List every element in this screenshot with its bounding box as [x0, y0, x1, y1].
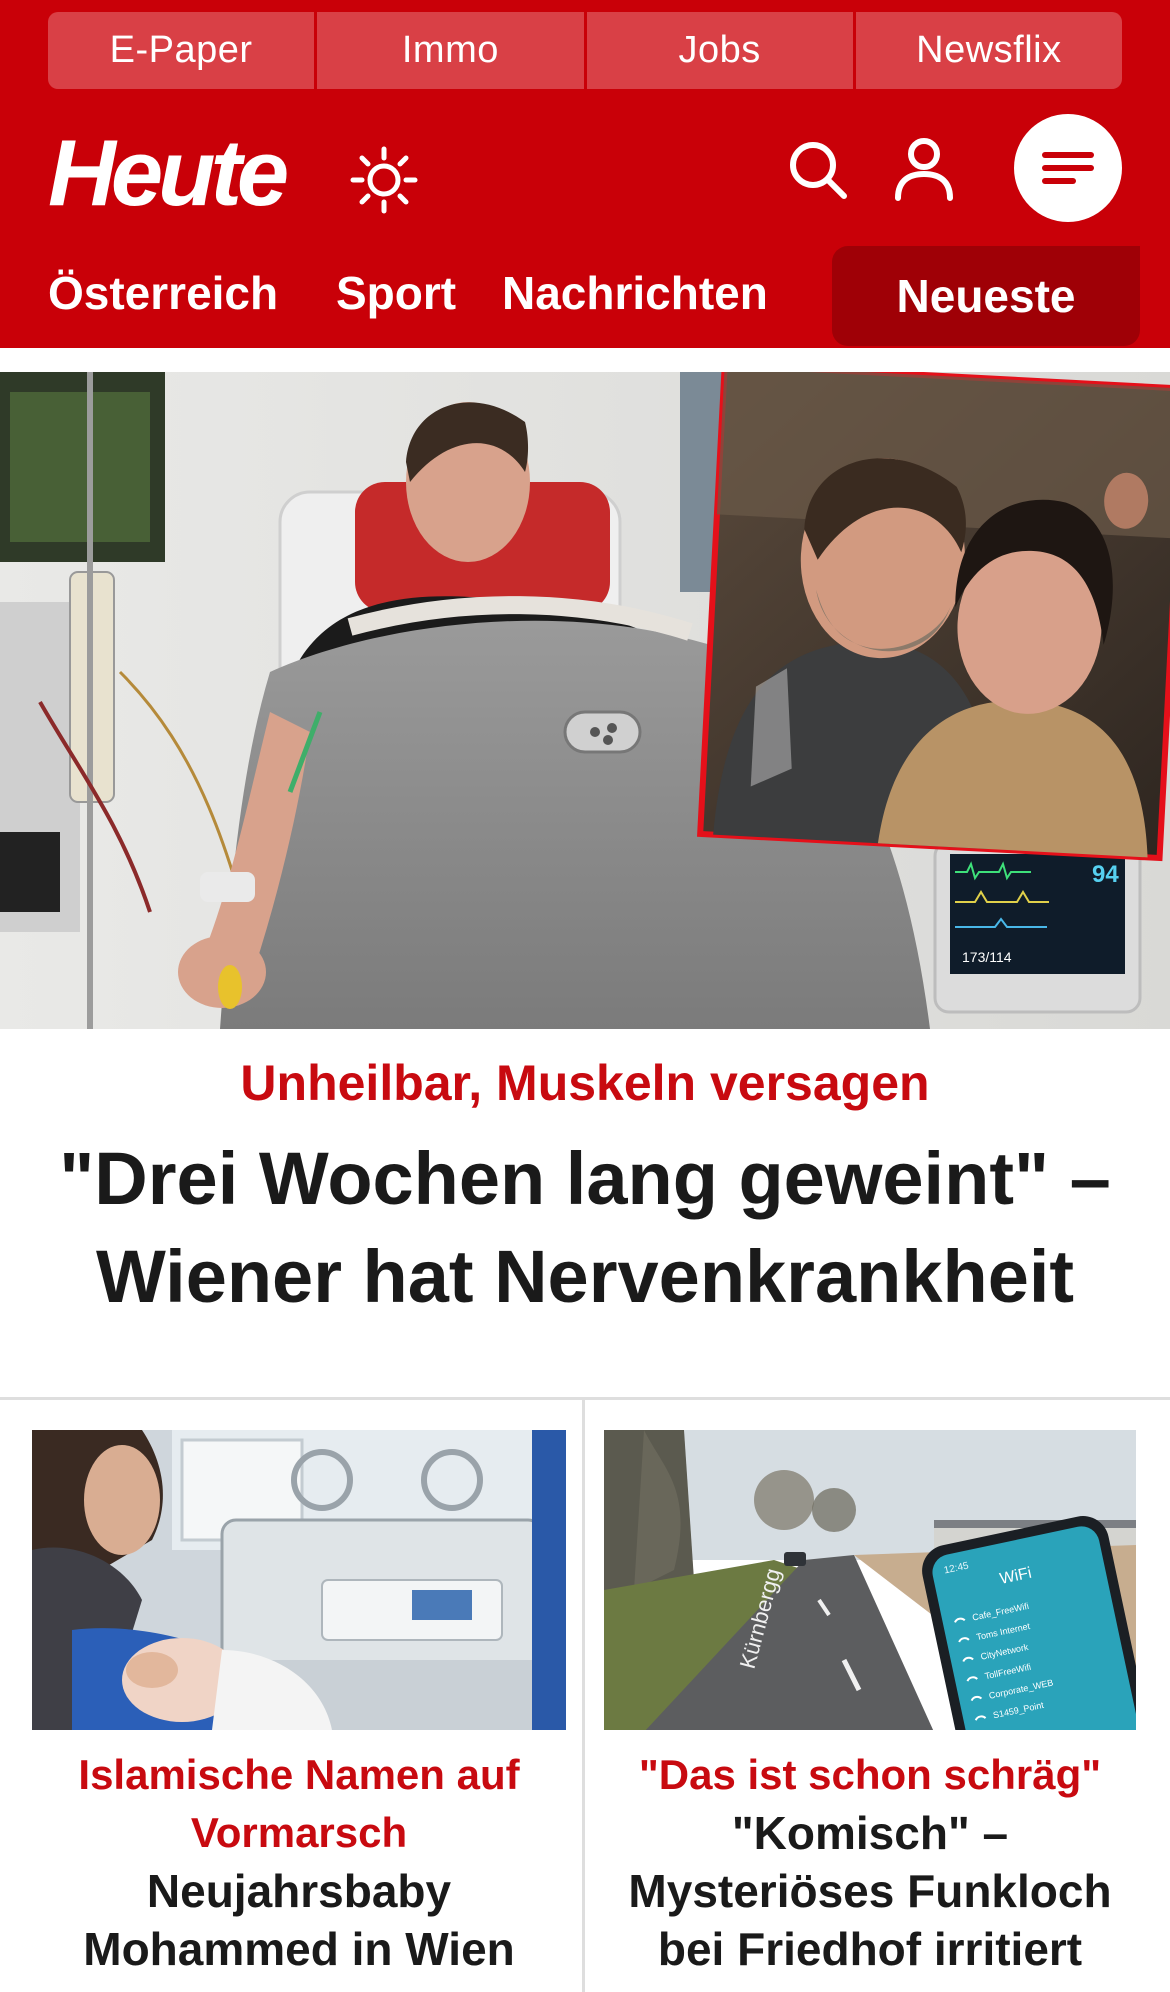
article-card-headline[interactable]: "Komisch" – Mysteriöses Funkloch bei Fri…: [604, 1804, 1136, 1978]
article-card-image[interactable]: Kürnbergg 12:45 WiFi Cafe_FreeWifi Toms …: [604, 1430, 1136, 1730]
article-card-kicker[interactable]: Islamische Namen auf Vormarsch: [32, 1746, 566, 1862]
service-links-bar: E-Paper Immo Jobs Newsflix: [48, 12, 1122, 89]
nav-item-nachrichten[interactable]: Nachrichten: [502, 266, 768, 320]
sun-icon[interactable]: [350, 146, 418, 214]
user-account-icon[interactable]: [892, 136, 956, 202]
column-divider: [582, 1400, 585, 1992]
topbar-link-immo[interactable]: Immo: [317, 12, 587, 89]
hero-headline[interactable]: "Drei Wochen lang geweint" – Wiener hat …: [40, 1130, 1130, 1326]
svg-text:173/114: 173/114: [962, 949, 1012, 965]
hero-kicker[interactable]: Unheilbar, Muskeln versagen: [0, 1054, 1170, 1112]
article-card-image[interactable]: [32, 1430, 566, 1730]
nav-item-sport[interactable]: Sport: [336, 266, 456, 320]
section-divider: [0, 1397, 1170, 1400]
page: E-Paper Immo Jobs Newsflix Heute Österre…: [0, 0, 1170, 1992]
topbar-link-jobs[interactable]: Jobs: [587, 12, 856, 89]
topbar-link-epaper[interactable]: E-Paper: [48, 12, 318, 89]
nav-item-oesterreich[interactable]: Österreich: [48, 266, 278, 320]
menu-button[interactable]: [1014, 114, 1122, 222]
article-card[interactable]: Islamische Namen auf Vormarsch Neujahrsb…: [32, 1430, 566, 1978]
section-nav: Österreich Sport Nachrichten Neueste: [0, 246, 1170, 348]
nav-item-neueste[interactable]: Neueste: [832, 246, 1140, 346]
site-header: E-Paper Immo Jobs Newsflix Heute Österre…: [0, 0, 1170, 348]
article-card-kicker[interactable]: "Das ist schon schräg": [604, 1746, 1136, 1804]
search-icon[interactable]: [786, 138, 850, 202]
article-card[interactable]: Kürnbergg 12:45 WiFi Cafe_FreeWifi Toms …: [604, 1430, 1136, 1978]
brand-row: Heute: [0, 110, 1170, 240]
heute-logo[interactable]: Heute: [48, 126, 289, 220]
monitor-reading: 94: [1092, 861, 1119, 888]
topbar-link-newsflix[interactable]: Newsflix: [856, 12, 1122, 89]
article-card-headline[interactable]: Neujahrsbaby Mohammed in Wien: [32, 1862, 566, 1978]
hero-article-image[interactable]: 94 173/114: [0, 372, 1170, 1029]
hamburger-menu-icon: [1042, 152, 1094, 184]
